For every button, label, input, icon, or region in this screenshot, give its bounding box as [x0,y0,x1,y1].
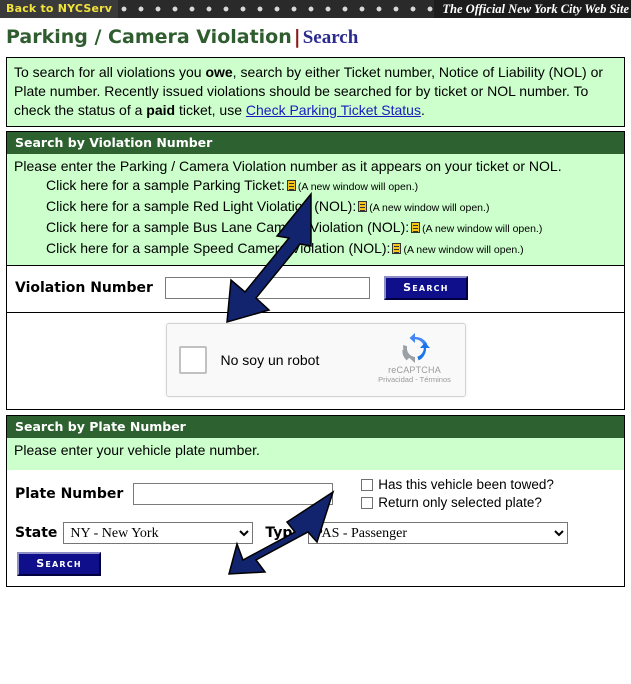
recaptcha-terms-text[interactable]: Privacidad - Términos [375,375,455,384]
plate-number-panel: Search by Plate Number Please enter your… [6,415,625,587]
page-title-separator: | [293,26,301,48]
intro-bold-owe: owe [205,64,233,80]
state-label: State [15,525,58,541]
plate-options-checkboxes: Has this vehicle been towed? Return only… [361,476,554,512]
sample-bus-lane-link[interactable]: Click here for a sample Bus Lane Camera … [46,219,409,235]
official-site-label: The Official New York City Web Site [434,0,631,18]
plate-number-input[interactable] [133,483,334,505]
plate-number-input-row: Plate Number Has this vehicle been towed… [7,470,624,520]
document-icon[interactable] [392,243,402,254]
list-item[interactable]: Click here for a sample Speed Camera Vio… [46,239,617,260]
sample-parking-ticket-note: (A new window will open.) [297,181,419,193]
intro-text-part3: ticket, use [175,102,246,118]
sample-bus-lane-note: (A new window will open.) [422,223,543,235]
recaptcha-logo-icon [399,332,431,364]
document-icon[interactable] [411,222,421,233]
back-to-nycserv-link[interactable]: Back to NYCServ [0,0,119,18]
violation-search-button[interactable]: Search [383,276,468,300]
sample-speed-camera-note: (A new window will open.) [403,244,524,256]
list-item[interactable]: Click here for a sample Red Light Violat… [46,197,617,218]
towed-checkbox-row[interactable]: Has this vehicle been towed? [361,476,554,494]
intro-text-part4: . [420,102,425,118]
type-select[interactable]: PAS - Passenger [307,522,568,544]
page-title: Parking / Camera Violation | Search [0,18,631,55]
page-title-sub: Search [302,27,359,48]
selected-plate-checkbox[interactable] [361,497,374,509]
document-icon[interactable] [358,201,368,212]
state-type-row: State NY - New York Type PAS - Passenger [7,520,624,548]
recaptcha-label: No soy un robot [220,352,320,368]
selected-plate-checkbox-label: Return only selected plate? [378,495,542,510]
state-select[interactable]: NY - New York [63,522,254,544]
intro-instructions-panel: To search for all violations you owe, se… [6,57,625,127]
violation-section-header: Search by Violation Number [7,132,624,154]
topbar-dot-pattern [118,0,435,18]
document-icon[interactable] [286,180,296,191]
violation-number-label: Violation Number [15,280,153,296]
towed-checkbox[interactable] [361,479,374,491]
nyc-top-bar: Back to NYCServ The Official New York Ci… [0,0,631,18]
list-item[interactable]: Click here for a sample Parking Ticket: (… [46,176,617,197]
recaptcha-widget[interactable]: No soy un robot reCAPTCHA Privacidad - T… [165,323,466,397]
sample-speed-camera-link[interactable]: Click here for a sample Speed Camera Vio… [46,240,390,256]
intro-text-part1: To search for all violations you [14,64,206,80]
recaptcha-branding: reCAPTCHA Privacidad - Términos [375,332,455,384]
selected-plate-checkbox-row[interactable]: Return only selected plate? [361,494,554,512]
sample-red-light-link[interactable]: Click here for a sample Red Light Violat… [46,198,356,214]
violation-instruction-text: Please enter the Parking / Camera Violat… [14,158,562,174]
recaptcha-brand-name: reCAPTCHA [388,365,441,375]
plate-number-label: Plate Number [15,486,124,502]
plate-search-button[interactable]: Search [17,552,101,576]
type-label: Type [265,525,302,541]
towed-checkbox-label: Has this vehicle been towed? [378,477,554,492]
sample-parking-ticket-link[interactable]: Click here for a sample Parking Ticket: [46,177,285,193]
intro-bold-paid: paid [146,102,176,118]
plate-section-green-body: Please enter your vehicle plate number. [7,438,624,470]
check-parking-ticket-status-link[interactable]: Check Parking Ticket Status [246,102,421,118]
captcha-row: No soy un robot reCAPTCHA Privacidad - T… [7,312,624,409]
recaptcha-checkbox[interactable] [178,346,207,374]
violation-section-green-body: Please enter the Parking / Camera Violat… [7,154,624,265]
violation-number-input[interactable] [164,277,370,299]
violation-number-input-row: Violation Number Search [7,265,624,312]
list-item[interactable]: Click here for a sample Bus Lane Camera … [46,218,617,239]
plate-search-button-row: Search [7,548,624,586]
page-title-main: Parking / Camera Violation [6,26,292,48]
plate-instruction-text: Please enter your vehicle plate number. [14,442,260,458]
plate-section-header: Search by Plate Number [7,416,624,438]
sample-red-light-note: (A new window will open.) [369,202,490,214]
violation-number-panel: Search by Violation Number Please enter … [6,131,625,410]
sample-links-list: Click here for a sample Parking Ticket: (… [14,176,617,260]
